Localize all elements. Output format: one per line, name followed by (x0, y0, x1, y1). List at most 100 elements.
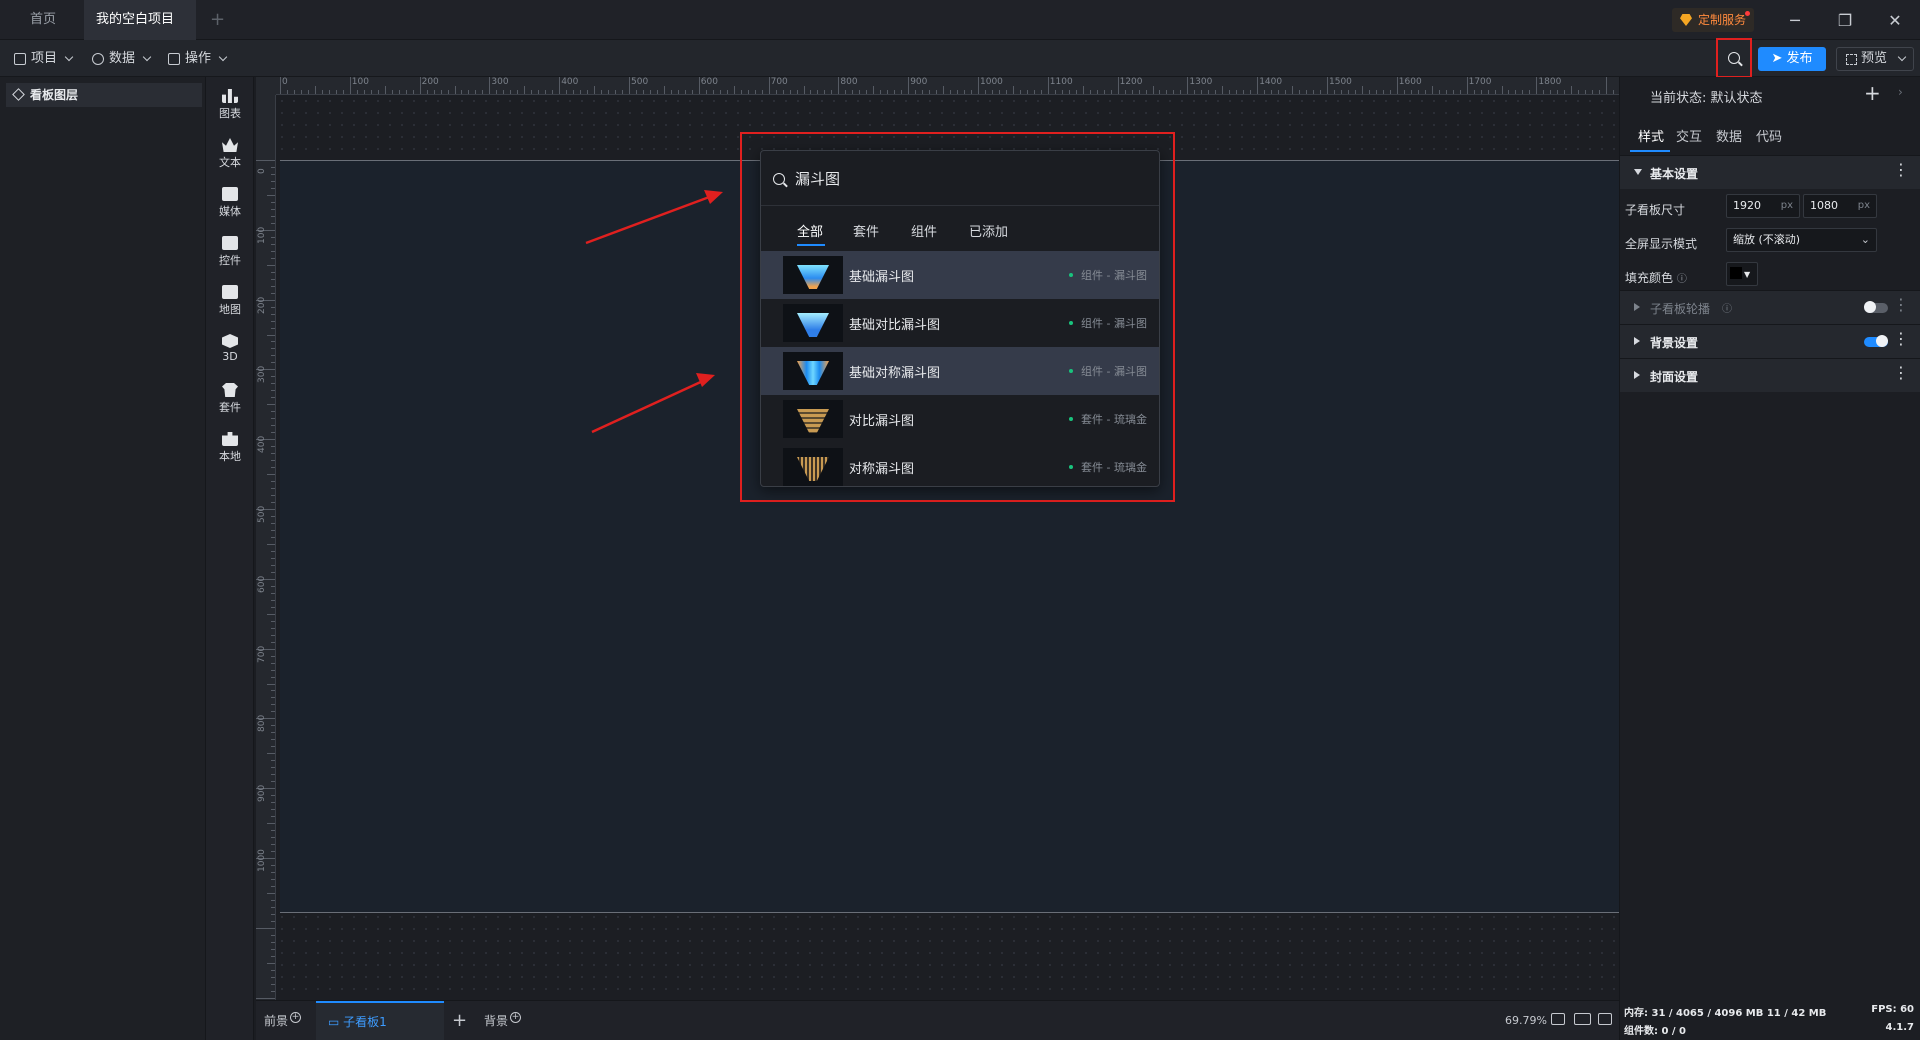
tab-home[interactable]: 首页 (18, 0, 68, 40)
ruler-tick (684, 90, 686, 94)
width-input[interactable]: 1920 px (1726, 194, 1800, 218)
ruler-tick (991, 90, 993, 94)
search-result-item[interactable]: 对比漏斗图 套件 - 琉璃金 (761, 395, 1159, 443)
restore-button[interactable]: ❐ (1822, 0, 1868, 40)
tab-subboard[interactable]: ▭ 子看板1 (316, 1001, 444, 1040)
component-map[interactable]: 地图 (206, 285, 254, 317)
fullscreen-mode-select[interactable]: 缩放 (不滚动) ⌄ (1726, 228, 1877, 252)
component-text[interactable]: 文本 (206, 138, 254, 170)
tab-foreground[interactable]: 前景 + (264, 1001, 302, 1040)
ruler-tick (271, 564, 275, 566)
add-tab-icon[interactable]: + (210, 9, 225, 30)
more-vertical-icon[interactable]: ⋮ (1893, 365, 1909, 381)
tab-background[interactable]: 背景 + (484, 1001, 522, 1040)
tab-interaction[interactable]: 交互 (1676, 126, 1702, 145)
row-fill-color: 填充颜色 ⓘ ▼ (1620, 262, 1920, 292)
layers-panel: 看板图层 (0, 77, 206, 1040)
search-button[interactable] (1716, 38, 1752, 78)
publish-button[interactable]: ➤ 发布 (1758, 47, 1826, 71)
ruler-tick (545, 90, 547, 94)
layers-title: 看板图层 (30, 88, 79, 102)
component-local[interactable]: 本地 (206, 432, 254, 464)
fit-screen-icon[interactable] (1551, 1013, 1565, 1025)
section-basic-settings[interactable]: 基本设置 ⋮ (1620, 155, 1920, 189)
tab-data[interactable]: 数据 (1716, 126, 1742, 145)
result-tag-text: 套件 - 琉璃金 (1081, 461, 1147, 474)
ruler-tick (267, 613, 275, 615)
ruler-tick (384, 86, 386, 94)
tab-code[interactable]: 代码 (1756, 126, 1782, 145)
tab-project[interactable]: 我的空白项目✕ (84, 0, 196, 67)
component-count: 组件数: 0 / 0 (1624, 1026, 1687, 1037)
minimize-button[interactable]: ─ (1772, 0, 1818, 40)
filter-tab-component[interactable]: 组件 (911, 221, 937, 240)
component-chart[interactable]: 图表 (206, 89, 254, 121)
ruler-tick (642, 90, 644, 94)
ruler-tick (271, 215, 275, 217)
ruler-horizontal[interactable]: 0 100 200 300 400 500 600 700 800 900 1000 1100 1200… (276, 77, 1619, 95)
component-media[interactable]: 媒体 (206, 187, 254, 219)
ruler-tick (566, 90, 568, 94)
background-toggle[interactable] (1864, 335, 1888, 347)
ruler-tick (852, 90, 854, 94)
ruler-tick (271, 522, 275, 524)
preview-button[interactable]: 预览 (1836, 47, 1914, 71)
filter-tab-suite[interactable]: 套件 (853, 221, 879, 240)
component-suite[interactable]: 套件 (206, 383, 254, 415)
section-carousel[interactable]: 子看板轮播 ⓘ ⋮ (1620, 290, 1920, 324)
custom-service-badge[interactable]: 定制服务 (1672, 8, 1755, 32)
menu-data[interactable]: 数据 (92, 48, 152, 70)
ruler-tick (271, 173, 275, 175)
ruler-tick (754, 90, 756, 94)
more-vertical-icon[interactable]: ⋮ (1893, 331, 1909, 347)
search-bar[interactable]: 漏斗图 (761, 151, 1159, 206)
ruler-vertical[interactable]: 0 100 200 300 400 500 600 700 800 900 1000 (256, 95, 276, 1000)
terminal-icon[interactable] (1598, 1013, 1612, 1025)
help-icon[interactable]: ⓘ (1677, 274, 1687, 285)
menu-project[interactable]: 项目 (14, 48, 74, 70)
ruler-tick (267, 753, 275, 755)
ruler-tick (271, 864, 275, 866)
more-vertical-icon[interactable]: ⋮ (1893, 297, 1909, 313)
result-name: 对称漏斗图 (849, 462, 915, 477)
fill-color-picker[interactable]: ▼ (1726, 262, 1758, 286)
search-input[interactable]: 漏斗图 (795, 168, 840, 189)
help-icon[interactable]: ⓘ (1722, 300, 1732, 315)
close-window-button[interactable]: ✕ (1872, 0, 1918, 40)
section-background[interactable]: 背景设置 ⋮ (1620, 324, 1920, 358)
search-result-item[interactable]: 对称漏斗图 套件 - 琉璃金 (761, 443, 1159, 486)
section-cover[interactable]: 封面设置 ⋮ (1620, 358, 1920, 392)
search-result-item[interactable]: 基础对称漏斗图 组件 - 漏斗图 (761, 347, 1159, 395)
layers-header[interactable]: 看板图层 (6, 83, 202, 107)
add-circle-icon[interactable]: + (510, 1012, 522, 1023)
chevron-right-icon[interactable]: › (1898, 85, 1903, 99)
ruler-tick (342, 90, 344, 94)
search-result-item[interactable]: 基础漏斗图 组件 - 漏斗图 (761, 251, 1159, 299)
add-board-icon[interactable]: + (452, 1001, 467, 1040)
ruler-tick (810, 90, 812, 94)
result-tag: 组件 - 漏斗图 (1069, 267, 1147, 283)
ruler-tick (349, 77, 351, 94)
filter-tab-added[interactable]: 已添加 (969, 221, 1008, 240)
ruler-tick (271, 662, 275, 664)
zoom-level[interactable]: 69.79% (1505, 1014, 1547, 1027)
ruler-tick (271, 376, 275, 378)
field-label: 填充颜色 ⓘ (1625, 269, 1687, 286)
ruler-tick (1585, 90, 1587, 94)
add-circle-icon[interactable]: + (290, 1012, 302, 1023)
ruler-tick (922, 90, 924, 94)
keyboard-icon[interactable] (1574, 1013, 1591, 1025)
add-state-icon[interactable]: + (1864, 81, 1881, 105)
carousel-toggle[interactable] (1864, 301, 1888, 313)
tab-style[interactable]: 样式 (1638, 126, 1664, 145)
component-3d[interactable]: 3D (206, 334, 254, 363)
search-result-item[interactable]: 基础对比漏斗图 组件 - 漏斗图 (761, 299, 1159, 347)
height-input[interactable]: 1080 px (1803, 194, 1877, 218)
more-vertical-icon[interactable]: ⋮ (1893, 162, 1909, 178)
component-control[interactable]: 控件 (206, 236, 254, 268)
input-value: 1080 (1810, 199, 1838, 212)
ruler-tick (271, 655, 275, 657)
menu-operate[interactable]: 操作 (168, 48, 228, 70)
filter-tab-all[interactable]: 全部 (797, 221, 823, 240)
ruler-tick (271, 781, 275, 783)
